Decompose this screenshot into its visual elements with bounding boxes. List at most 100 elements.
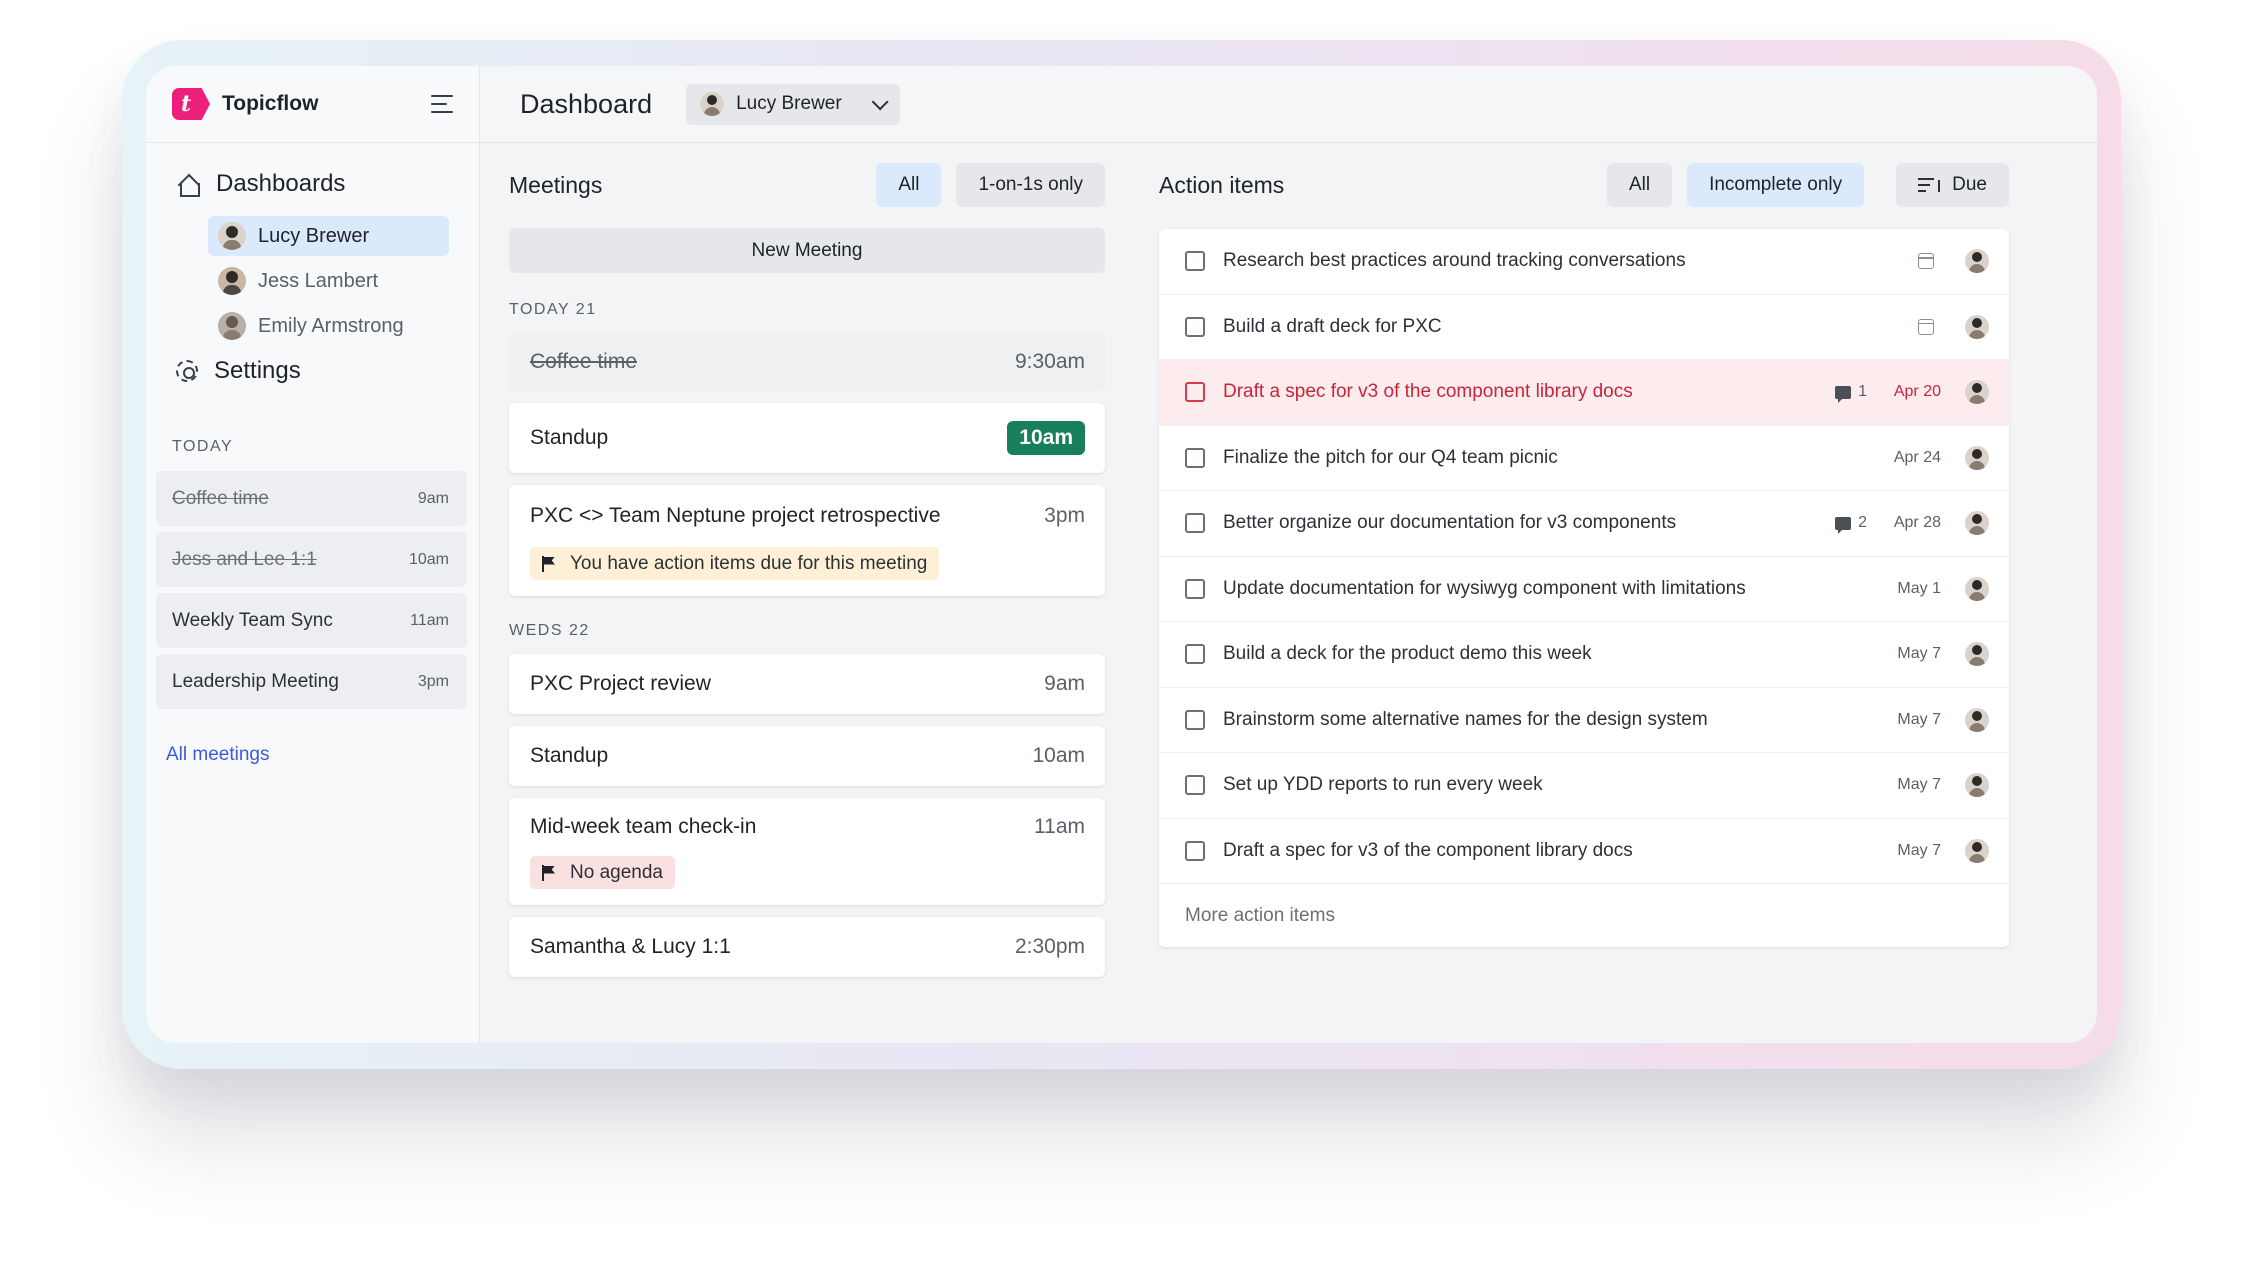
avatar: [1965, 314, 1989, 339]
meeting-card[interactable]: Coffee time 9:30am: [509, 333, 1105, 391]
checkbox[interactable]: [1185, 382, 1205, 403]
gear-icon: [176, 360, 198, 382]
sidebar-item-lucy-brewer[interactable]: Lucy Brewer: [208, 216, 449, 256]
due-date: Apr 20: [1893, 383, 1941, 401]
action-item-row-overdue[interactable]: Draft a spec for v3 of the component lib…: [1159, 360, 2009, 426]
actions-filter-all[interactable]: All: [1606, 163, 1673, 207]
checkbox[interactable]: [1185, 447, 1205, 468]
user-dropdown-label: Lucy Brewer: [736, 93, 842, 114]
top-bar: Dashboard Lucy Brewer: [480, 66, 2097, 143]
meeting-title: PXC <> Team Neptune project retrospectiv…: [530, 504, 941, 527]
action-items-panel: Action items All Incomplete only Due Res…: [1159, 143, 2009, 947]
sidebar-meeting-item[interactable]: Weekly Team Sync 11am: [156, 593, 467, 648]
new-meeting-button[interactable]: New Meeting: [509, 228, 1105, 273]
sidebar: t Topicflow Dashboards Lucy Brewer Jess …: [146, 66, 480, 1043]
all-meetings-link[interactable]: All meetings: [166, 744, 270, 766]
meeting-title: Mid-week team check-in: [530, 815, 757, 838]
avatar: [1965, 511, 1989, 536]
nav-settings-label: Settings: [214, 357, 301, 384]
sort-due-button[interactable]: Due: [1896, 163, 2009, 207]
meeting-time: 11am: [410, 611, 449, 629]
sidebar-meeting-item[interactable]: Leadership Meeting 3pm: [156, 654, 467, 709]
meetings-title: Meetings: [509, 171, 603, 198]
day-label-today: TODAY 21: [509, 301, 597, 318]
meeting-title: PXC Project review: [530, 672, 711, 695]
avatar: [218, 267, 246, 295]
action-item-row[interactable]: Brainstorm some alternative names for th…: [1159, 688, 2009, 753]
meeting-card[interactable]: PXC Project review 9am: [509, 654, 1105, 714]
avatar: [218, 312, 246, 340]
checkbox[interactable]: [1185, 513, 1205, 534]
avatar: [700, 92, 725, 116]
today-section-label: TODAY: [172, 438, 234, 455]
meetings-filter-all[interactable]: All: [876, 163, 942, 207]
checkbox[interactable]: [1185, 644, 1205, 665]
menu-icon[interactable]: [431, 95, 453, 113]
calendar-icon[interactable]: [1918, 253, 1934, 270]
due-date: May 1: [1897, 579, 1941, 597]
action-item-text: Research best practices around tracking …: [1223, 250, 1686, 272]
meetings-header: Meetings All 1-on-1s only: [509, 163, 1105, 207]
no-agenda-tag: No agenda: [530, 856, 675, 889]
meeting-title: Weekly Team Sync: [172, 609, 333, 631]
sidebar-meeting-item[interactable]: Coffee time 9am: [156, 471, 467, 526]
action-item-row[interactable]: Build a deck for the product demo this w…: [1159, 622, 2009, 688]
flag-icon: [542, 555, 556, 572]
action-item-row[interactable]: Finalize the pitch for our Q4 team picni…: [1159, 426, 2009, 491]
chevron-down-icon: [871, 93, 889, 111]
meeting-title: Samantha & Lucy 1:1: [530, 935, 731, 958]
checkbox[interactable]: [1185, 840, 1205, 861]
avatar: [1965, 642, 1989, 667]
checkbox[interactable]: [1185, 775, 1205, 796]
action-item-text: Build a draft deck for PXC: [1223, 315, 1442, 337]
action-item-row[interactable]: Better organize our documentation for v3…: [1159, 491, 2009, 557]
due-date: May 7: [1897, 841, 1941, 859]
meeting-title: Standup: [530, 426, 609, 449]
sidebar-item-jess-lambert[interactable]: Jess Lambert: [208, 261, 449, 301]
meeting-note: No agenda: [530, 856, 1085, 905]
person-name: Jess Lambert: [258, 269, 379, 292]
action-item-row[interactable]: Draft a spec for v3 of the component lib…: [1159, 819, 2009, 884]
actions-filter-incomplete[interactable]: Incomplete only: [1687, 163, 1865, 207]
sidebar-meeting-item[interactable]: Jess and Lee 1:1 10am: [156, 532, 467, 587]
checkbox[interactable]: [1185, 316, 1205, 337]
due-date: Apr 28: [1893, 514, 1941, 532]
tag-text: No agenda: [570, 861, 663, 883]
topicflow-logo-icon: t: [172, 88, 210, 120]
nav-dashboards[interactable]: Dashboards: [146, 164, 479, 204]
action-item-row[interactable]: Update documentation for wysiwyg compone…: [1159, 557, 2009, 622]
brand-bar: t Topicflow: [146, 66, 479, 143]
sidebar-item-emily-armstrong[interactable]: Emily Armstrong: [208, 306, 449, 346]
checkbox[interactable]: [1185, 578, 1205, 599]
tag-text: You have action items due for this meeti…: [570, 552, 928, 574]
more-action-items-link[interactable]: More action items: [1159, 884, 2009, 947]
avatar: [1965, 773, 1989, 798]
person-name: Lucy Brewer: [258, 224, 370, 247]
meetings-filter-1on1[interactable]: 1-on-1s only: [956, 163, 1105, 207]
due-date: May 7: [1897, 710, 1941, 728]
action-item-row[interactable]: Set up YDD reports to run every week May…: [1159, 753, 2009, 819]
calendar-icon[interactable]: [1918, 318, 1934, 335]
user-dropdown[interactable]: Lucy Brewer: [686, 83, 901, 125]
meeting-card[interactable]: Standup 10am: [509, 726, 1105, 786]
app-name: Topicflow: [222, 92, 319, 115]
avatar: [1965, 445, 1989, 470]
comment-count: 2: [1835, 514, 1867, 534]
main-content: Dashboard Lucy Brewer Meetings All 1-on-…: [480, 66, 2097, 1043]
meeting-title: Standup: [530, 744, 609, 767]
checkbox[interactable]: [1185, 251, 1205, 272]
meeting-card[interactable]: Mid-week team check-in 11am No agenda: [509, 798, 1105, 905]
action-item-row[interactable]: Build a draft deck for PXC: [1159, 295, 2009, 360]
meeting-card[interactable]: Samantha & Lucy 1:1 2:30pm: [509, 917, 1105, 977]
action-items-title: Action items: [1159, 171, 1285, 198]
meeting-card[interactable]: Standup 10am: [509, 403, 1105, 473]
action-item-row[interactable]: Research best practices around tracking …: [1159, 229, 2009, 295]
meeting-note: You have action items due for this meeti…: [530, 547, 1085, 596]
meeting-time: 9:30am: [1014, 350, 1085, 373]
action-items-header: Action items All Incomplete only Due: [1159, 163, 2009, 207]
comment-icon: [1835, 385, 1852, 403]
checkbox[interactable]: [1185, 709, 1205, 730]
nav-settings[interactable]: Settings: [146, 351, 479, 391]
meeting-card[interactable]: PXC <> Team Neptune project retrospectiv…: [509, 485, 1105, 596]
avatar: [1965, 707, 1989, 732]
